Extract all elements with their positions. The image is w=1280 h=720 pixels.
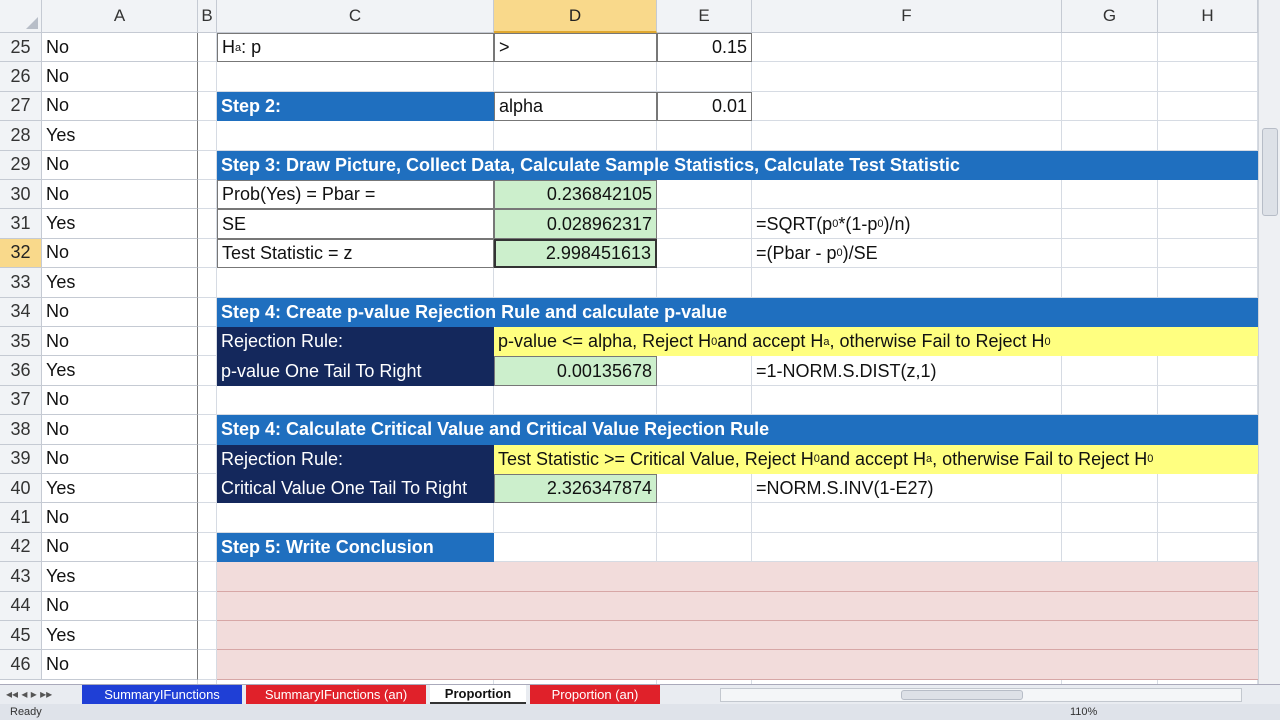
column-header-d[interactable]: D <box>494 0 657 33</box>
row-header[interactable]: 33 <box>0 268 42 298</box>
cell-a-value[interactable]: Yes <box>42 121 198 151</box>
row-header[interactable]: 42 <box>0 532 42 563</box>
step5-header[interactable]: Step 5: Write Conclusion <box>217 532 494 563</box>
cell-a-value[interactable]: No <box>42 650 198 680</box>
sheet-tab[interactable]: SummaryIFunctions <box>82 685 242 704</box>
critical-value-cell[interactable]: 2.326347874 <box>494 474 657 504</box>
cell-a-value[interactable]: Yes <box>42 562 198 592</box>
zoom-level[interactable]: 110% <box>1070 706 1097 718</box>
se-value-cell[interactable]: 0.028962317 <box>494 209 657 239</box>
spreadsheet-grid[interactable]: A B C D E F G H 25 No 26 No 27 No 28 Yes 29 No 30 No 31 Yes 32… <box>0 0 1258 684</box>
step4-pvalue-header[interactable]: Step 4: Create p-value Rejection Rule an… <box>217 297 1258 327</box>
cell-a-value[interactable]: No <box>42 150 198 180</box>
sheet-tab[interactable]: SummaryIFunctions (an) <box>246 685 426 704</box>
ha-value-cell[interactable]: 0.15 <box>657 33 752 63</box>
column-header-b[interactable]: B <box>198 0 217 33</box>
step2-header[interactable]: Step 2: <box>217 91 494 122</box>
cell-a-value[interactable]: No <box>42 238 198 269</box>
conclusion-cell[interactable] <box>217 562 1258 592</box>
z-value-cell[interactable]: 2.998451613 <box>494 238 657 269</box>
column-header-a[interactable]: A <box>42 0 198 33</box>
row-header[interactable]: 35 <box>0 327 42 357</box>
pvalue-formula-cell[interactable]: =1-NORM.S.DIST(z,1) <box>752 356 1062 385</box>
row-header[interactable]: 45 <box>0 621 42 651</box>
critical-value-label[interactable]: Critical Value One Tail To Right <box>217 474 494 504</box>
column-header-h[interactable]: H <box>1158 0 1258 33</box>
column-header-f[interactable]: F <box>752 0 1062 33</box>
row-header[interactable]: 34 <box>0 297 42 327</box>
cell-a-value[interactable]: No <box>42 444 198 474</box>
sheet-tab-bar: ◂◂ ◂ ▸ ▸▸ SummaryIFunctions SummaryIFunct… <box>0 684 1280 704</box>
row-header[interactable]: 37 <box>0 385 42 416</box>
row-header[interactable]: 40 <box>0 474 42 504</box>
pbar-label-cell[interactable]: Prob(Yes) = Pbar = <box>217 180 494 210</box>
column-header-e[interactable]: E <box>657 0 752 33</box>
row-header[interactable]: 46 <box>0 650 42 680</box>
se-formula-cell[interactable]: =SQRT(p 0 *(1-p 0)/n) <box>752 209 1062 238</box>
step4-critical-header[interactable]: Step 4: Calculate Critical Value and Cri… <box>217 415 1258 445</box>
row-header[interactable]: 27 <box>0 91 42 122</box>
cell-a-value[interactable]: No <box>42 91 198 122</box>
alpha-value-cell[interactable]: 0.01 <box>657 91 752 122</box>
cell-a-value[interactable]: No <box>42 503 198 533</box>
pvalue-value-cell[interactable]: 0.00135678 <box>494 356 657 386</box>
rejection-rule-label[interactable]: Rejection Rule: <box>217 327 494 357</box>
row-header[interactable]: 26 <box>0 62 42 92</box>
status-ready: Ready <box>10 706 42 718</box>
cell-a-value[interactable]: No <box>42 327 198 357</box>
ha-label-cell[interactable]: Ha : p <box>217 33 494 63</box>
cell-a-value[interactable]: Yes <box>42 268 198 298</box>
pvalue-label[interactable]: p-value One Tail To Right <box>217 356 494 386</box>
cell-a-value[interactable]: Yes <box>42 474 198 504</box>
row-header[interactable]: 28 <box>0 121 42 151</box>
vertical-scroll-thumb[interactable] <box>1262 128 1278 216</box>
se-label-cell[interactable]: SE <box>217 209 494 239</box>
cell-a-value[interactable]: Yes <box>42 209 198 239</box>
tab-nav-arrows-icon[interactable]: ◂◂ ◂ ▸ ▸▸ <box>6 687 52 701</box>
status-bar: Ready 110% <box>0 704 1280 720</box>
critical-formula-cell[interactable]: =NORM.S.INV(1-E27) <box>752 474 1062 503</box>
conclusion-cell[interactable] <box>217 591 1258 621</box>
row-header[interactable]: 44 <box>0 591 42 621</box>
cell-a-value[interactable]: No <box>42 180 198 210</box>
row-header[interactable]: 25 <box>0 33 42 63</box>
cell-a-value[interactable]: No <box>42 62 198 92</box>
row-header[interactable]: 30 <box>0 180 42 210</box>
cell-a-value[interactable]: Yes <box>42 621 198 651</box>
conclusion-cell[interactable] <box>217 621 1258 651</box>
cell-a-value[interactable]: No <box>42 532 198 563</box>
cell-a-value[interactable]: No <box>42 415 198 445</box>
critical-rejection-rule[interactable]: Test Statistic >= Critical Value, Reject… <box>494 444 1258 474</box>
horizontal-scrollbar[interactable] <box>720 688 1242 702</box>
sheet-tab[interactable]: Proportion <box>430 685 526 704</box>
conclusion-cell[interactable] <box>217 650 1258 680</box>
z-label-cell[interactable]: Test Statistic = z <box>217 238 494 269</box>
column-header-g[interactable]: G <box>1062 0 1158 33</box>
pbar-value-cell[interactable]: 0.236842105 <box>494 180 657 210</box>
sheet-tab[interactable]: Proportion (an) <box>530 685 660 704</box>
cell-a-value[interactable]: No <box>42 385 198 416</box>
cell-a-value[interactable]: No <box>42 591 198 621</box>
cell-a-value[interactable]: No <box>42 33 198 63</box>
row-header[interactable]: 38 <box>0 415 42 445</box>
cell-a-value[interactable]: No <box>42 297 198 327</box>
row-header[interactable]: 43 <box>0 562 42 592</box>
row-header[interactable]: 32 <box>0 238 42 269</box>
row-header[interactable]: 39 <box>0 444 42 474</box>
row-header[interactable]: 29 <box>0 150 42 180</box>
step3-header[interactable]: Step 3: Draw Picture, Collect Data, Calc… <box>217 150 1258 180</box>
row-header[interactable]: 31 <box>0 209 42 239</box>
rejection-rule-label-2[interactable]: Rejection Rule: <box>217 444 494 474</box>
vertical-scrollbar[interactable] <box>1258 0 1280 684</box>
row-header[interactable]: 36 <box>0 356 42 386</box>
select-all-corner[interactable] <box>0 0 42 33</box>
z-formula-cell[interactable]: =(Pbar - p 0)/SE <box>752 239 1062 268</box>
cell-a-value[interactable]: Yes <box>42 356 198 386</box>
pvalue-rejection-rule[interactable]: p-value <= alpha, Reject H0 and accept H… <box>494 327 1258 357</box>
column-header-c[interactable]: C <box>217 0 494 33</box>
horizontal-scroll-thumb[interactable] <box>901 690 1023 700</box>
ha-operator-cell[interactable]: > <box>494 33 657 63</box>
alpha-label-cell[interactable]: alpha <box>494 91 657 122</box>
row-header[interactable]: 41 <box>0 503 42 533</box>
